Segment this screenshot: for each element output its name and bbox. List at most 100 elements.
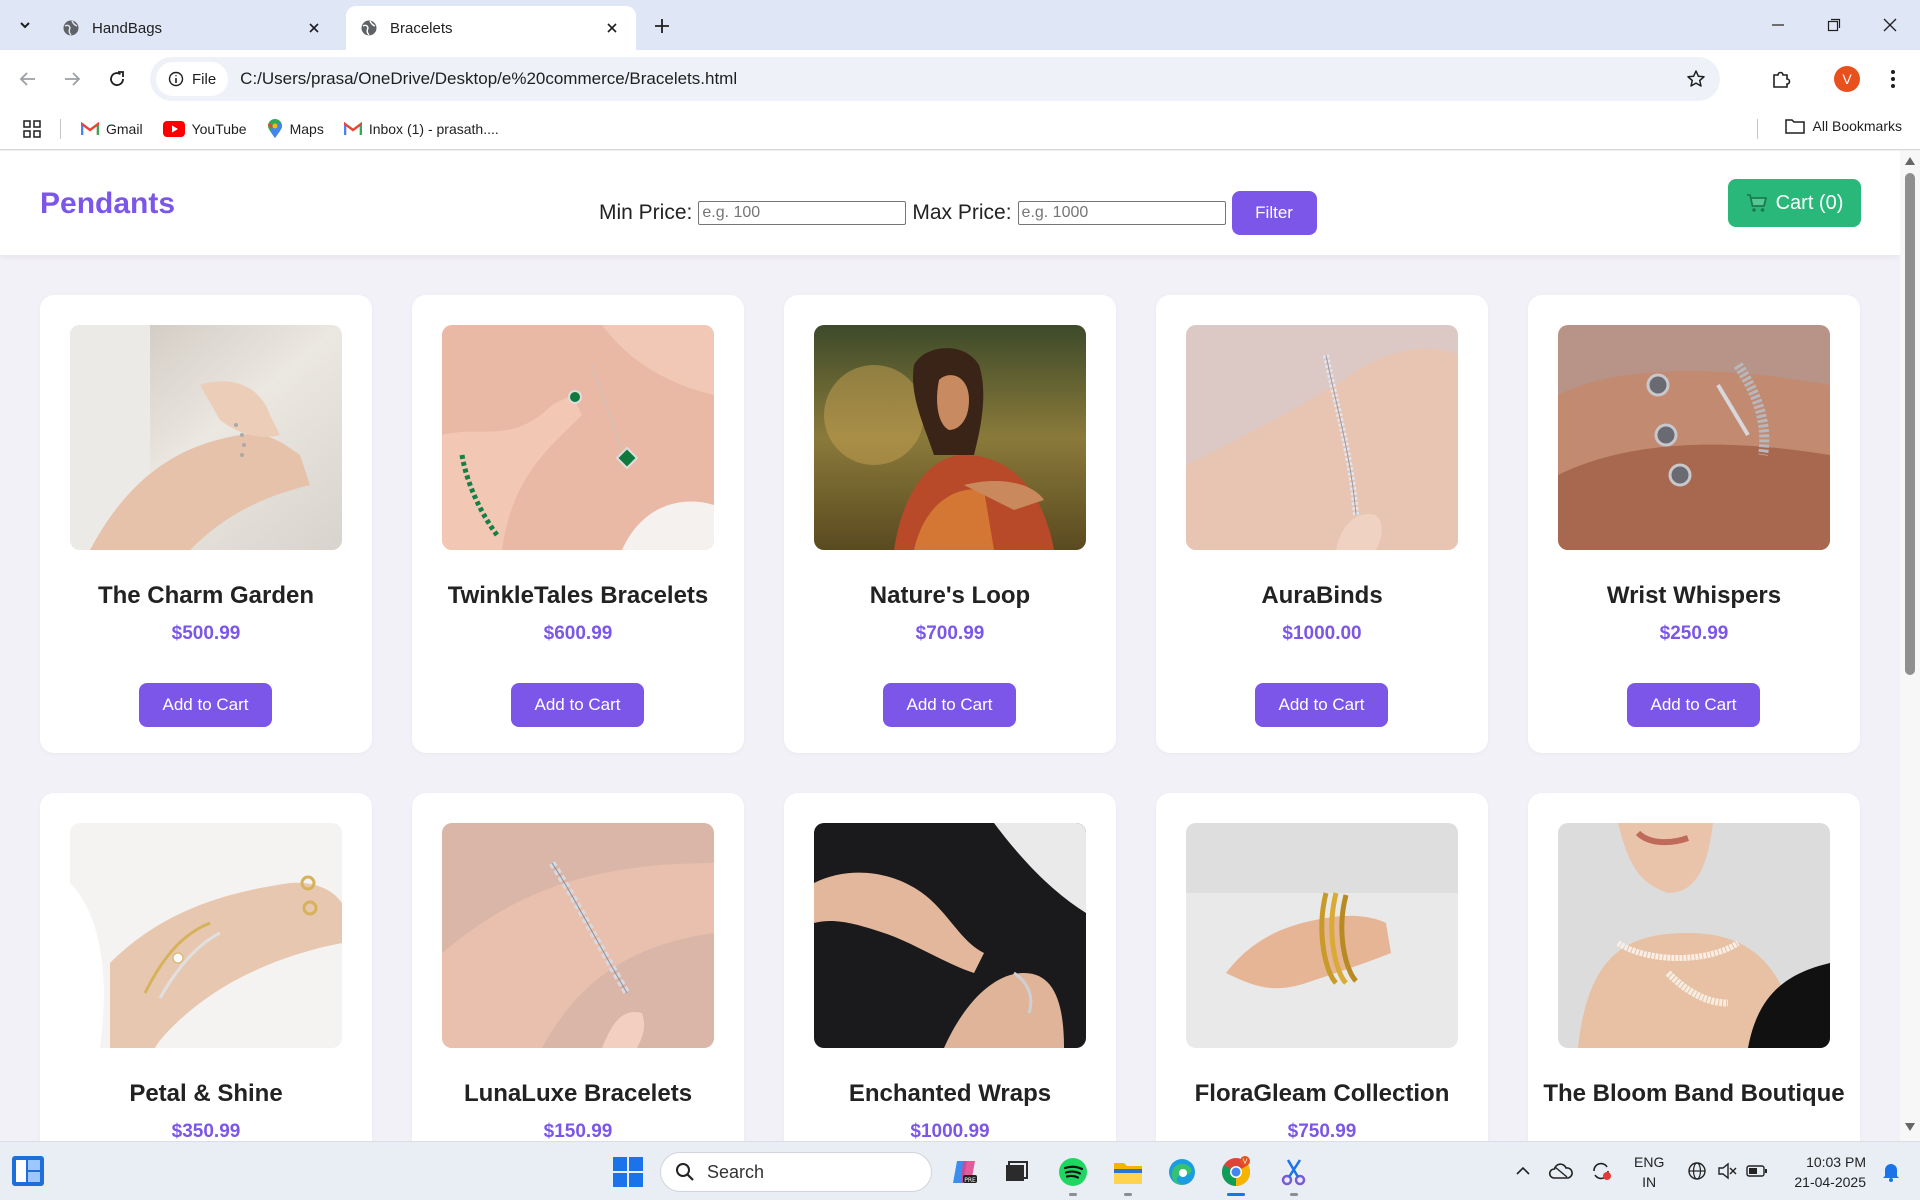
task-view-icon[interactable] <box>998 1154 1034 1190</box>
file-explorer-icon[interactable] <box>1110 1154 1146 1196</box>
product-name: LunaLuxe Bracelets <box>463 1080 693 1107</box>
maps-icon <box>267 118 282 138</box>
forward-arrow-icon[interactable] <box>56 63 88 95</box>
copilot-icon[interactable]: PRE <box>946 1154 982 1190</box>
minimize-icon[interactable] <box>1758 8 1798 42</box>
product-card: AuraBinds $1000.00 Add to Cart <box>1156 295 1488 753</box>
tab-handbags[interactable]: HandBags <box>48 6 338 50</box>
menu-kebab-icon[interactable] <box>1876 62 1910 96</box>
bookmark-inbox[interactable]: Inbox (1) - prasath.... <box>343 121 499 137</box>
new-tab-plus-icon[interactable] <box>648 12 676 40</box>
chrome-icon[interactable]: V <box>1218 1154 1254 1196</box>
product-image <box>1558 325 1830 550</box>
product-image <box>70 823 342 1048</box>
product-card: Nature's Loop $700.99 Add to Cart <box>784 295 1116 753</box>
windows-taskbar: Search PRE V ENG IN 10:03 PM 21-04-2025 <box>0 1141 1920 1200</box>
add-to-cart-button[interactable]: Add to Cart <box>883 683 1016 727</box>
reload-icon[interactable] <box>101 63 133 95</box>
apps-grid-icon[interactable] <box>22 119 42 139</box>
add-to-cart-button[interactable]: Add to Cart <box>139 683 272 727</box>
bookmark-gmail[interactable]: Gmail <box>81 121 143 137</box>
language-indicator[interactable]: ENG IN <box>1634 1152 1664 1192</box>
max-price-input[interactable] <box>1017 201 1226 225</box>
product-card: The Charm Garden $500.99 Add to Cart <box>40 295 372 753</box>
scroll-up-arrow-icon[interactable] <box>1905 157 1915 165</box>
cart-label: Cart (0) <box>1775 191 1844 214</box>
spotify-icon[interactable] <box>1055 1154 1091 1196</box>
profile-avatar[interactable]: V <box>1830 62 1864 96</box>
address-bar[interactable]: File C:/Users/prasa/OneDrive/Desktop/e%2… <box>150 57 1720 101</box>
volume-muted-icon[interactable] <box>1714 1158 1740 1184</box>
all-bookmarks-label: All Bookmarks <box>1812 118 1902 134</box>
site-header: Pendants Min Price: Max Price: Filter Ca… <box>0 151 1900 255</box>
url-text: C:/Users/prasa/OneDrive/Desktop/e%20comm… <box>240 69 738 88</box>
gmail-icon <box>343 121 362 135</box>
page-scrollbar[interactable] <box>1900 151 1920 1141</box>
product-price: $150.99 <box>543 1121 613 1141</box>
folder-icon <box>1784 119 1805 134</box>
product-image <box>70 325 342 550</box>
search-icon <box>676 1163 694 1181</box>
product-name: Nature's Loop <box>869 582 1031 609</box>
product-name: Petal & Shine <box>129 1080 283 1107</box>
chevron-up-icon[interactable] <box>1510 1158 1536 1184</box>
close-icon[interactable] <box>304 18 324 38</box>
product-name: The Charm Garden <box>97 582 315 609</box>
globe-network-icon[interactable] <box>1684 1158 1710 1184</box>
sync-icon[interactable] <box>1588 1158 1614 1184</box>
maximize-icon[interactable] <box>1814 8 1854 42</box>
system-clock[interactable]: 10:03 PM 21-04-2025 <box>1782 1152 1866 1192</box>
back-arrow-icon[interactable] <box>12 63 44 95</box>
add-to-cart-button[interactable]: Add to Cart <box>1627 683 1760 727</box>
widgets-icon[interactable] <box>12 1156 44 1186</box>
site-info-chip[interactable]: File <box>156 62 229 96</box>
bookmark-youtube[interactable]: YouTube <box>162 120 247 137</box>
close-icon[interactable] <box>602 18 622 38</box>
add-to-cart-button[interactable]: Add to Cart <box>511 683 644 727</box>
product-card: The Bloom Band Boutique <box>1528 793 1860 1141</box>
product-image <box>1558 823 1830 1048</box>
cart-button[interactable]: Cart (0) <box>1728 179 1861 227</box>
edge-icon[interactable] <box>1164 1154 1200 1190</box>
battery-icon[interactable] <box>1744 1158 1770 1184</box>
scrollbar-thumb[interactable] <box>1905 173 1915 675</box>
product-card: TwinkleTales Bracelets $600.99 Add to Ca… <box>412 295 744 753</box>
notification-bell-icon[interactable] <box>1878 1158 1904 1184</box>
clock-date: 21-04-2025 <box>1794 1174 1866 1190</box>
active-indicator <box>1227 1193 1245 1196</box>
product-image <box>442 823 714 1048</box>
taskbar-search[interactable]: Search <box>660 1152 932 1192</box>
snipping-tool-icon[interactable] <box>1276 1154 1312 1196</box>
globe-icon <box>360 19 378 37</box>
add-to-cart-button[interactable]: Add to Cart <box>1255 683 1388 727</box>
max-price-label: Max Price: <box>912 201 1012 224</box>
bookmark-label: YouTube <box>191 120 247 137</box>
tab-title: HandBags <box>92 19 163 37</box>
bookmarks-bar: Gmail YouTube Maps Inbox (1) - prasath..… <box>0 108 1920 150</box>
product-card: Enchanted Wraps $1000.99 <box>784 793 1116 1141</box>
tab-bracelets[interactable]: Bracelets <box>346 6 636 50</box>
window-close-icon[interactable] <box>1870 8 1910 42</box>
globe-icon <box>62 19 80 37</box>
windows-start-icon[interactable] <box>612 1156 644 1188</box>
clock-time: 10:03 PM <box>1806 1154 1866 1170</box>
bookmark-star-icon[interactable] <box>1684 67 1708 91</box>
filter-button[interactable]: Filter <box>1231 191 1317 235</box>
product-image <box>814 325 1086 550</box>
extensions-puzzle-icon[interactable] <box>1764 62 1798 96</box>
language-code: ENG <box>1634 1154 1665 1170</box>
bookmark-maps[interactable]: Maps <box>267 118 324 139</box>
bookmarks-divider <box>60 118 61 139</box>
product-price: $500.99 <box>171 623 241 644</box>
scroll-down-arrow-icon[interactable] <box>1905 1123 1915 1131</box>
all-bookmarks-button[interactable]: All Bookmarks <box>1784 118 1902 134</box>
product-price: $1000.99 <box>910 1121 990 1141</box>
bookmarks-divider <box>1757 119 1758 139</box>
onedrive-cloud-icon[interactable] <box>1548 1158 1574 1184</box>
product-image <box>1186 325 1458 550</box>
product-price: $250.99 <box>1659 623 1729 644</box>
tab-search-dropdown-icon[interactable] <box>10 10 40 40</box>
product-card: Petal & Shine $350.99 <box>40 793 372 1141</box>
min-price-input[interactable] <box>698 201 907 225</box>
product-name: Enchanted Wraps <box>848 1080 1052 1107</box>
